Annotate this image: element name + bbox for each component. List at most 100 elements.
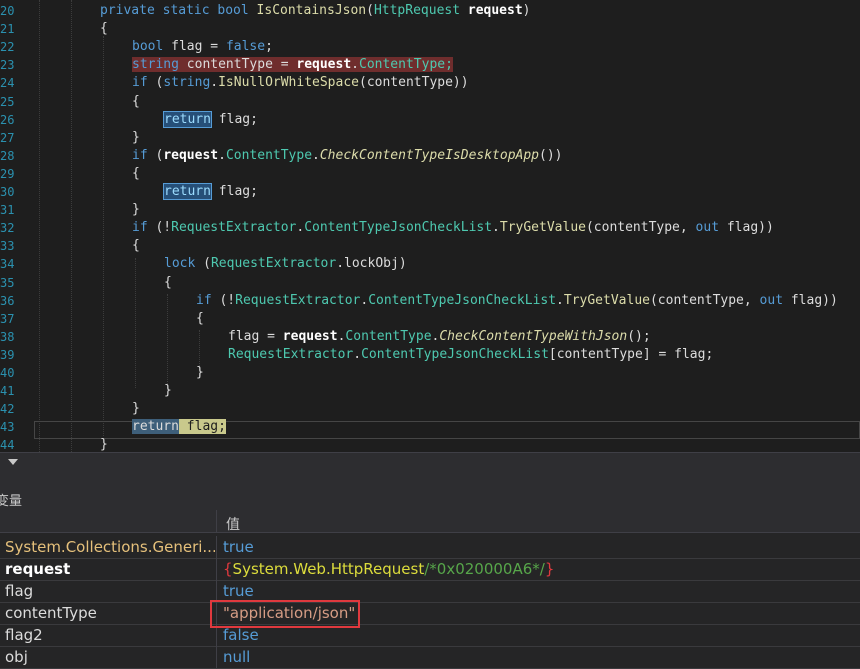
variable-row[interactable]: obj null — [0, 646, 860, 669]
code-line: 33 { — [0, 237, 860, 255]
code-token: ; — [265, 39, 273, 55]
code-line: 43 return flag; — [0, 418, 860, 436]
column-separator — [216, 646, 217, 668]
code-token: HttpRequest — [373, 3, 461, 18]
variable-row[interactable]: request {System.Web.HttpRequest/*0x02000… — [0, 558, 860, 581]
code-token: RequestExtractor — [210, 256, 337, 272]
code-token: { — [100, 21, 108, 37]
code-line: 30 return flag; — [0, 183, 860, 201]
brace-open: { — [223, 560, 233, 578]
code-token: return — [132, 419, 179, 435]
code-text: } — [164, 382, 172, 400]
code-token: if — [132, 75, 156, 91]
line-number: 28 — [0, 148, 15, 163]
code-line: 41} — [0, 382, 860, 400]
code-text: } — [196, 364, 204, 382]
code-token: . — [351, 57, 359, 73]
code-token: lockObj) — [344, 256, 407, 272]
code-line: 27} — [0, 129, 860, 147]
code-token: (! — [219, 292, 236, 308]
code-token: flag = — [228, 328, 283, 344]
line-number: 23 — [0, 58, 15, 73]
code-text: } — [100, 436, 108, 452]
column-separator[interactable] — [216, 510, 217, 532]
line-number: 29 — [0, 166, 15, 181]
variable-name: flag2 — [5, 626, 43, 644]
code-line: 32 if (!RequestExtractor.ContentTypeJsonC… — [0, 219, 860, 237]
code-token: . — [353, 346, 362, 362]
code-token: bool — [217, 3, 257, 18]
code-token: { — [196, 310, 204, 326]
variable-row[interactable]: flag true — [0, 580, 860, 603]
code-token: RequestExtractor — [171, 220, 297, 236]
variable-row[interactable]: contentType "application/json" — [0, 602, 860, 625]
highlight-box — [210, 600, 360, 628]
code-token: (contentType)) — [359, 75, 469, 91]
code-token: return — [163, 110, 212, 128]
code-text: { — [196, 310, 204, 328]
code-token: flag)) — [783, 292, 838, 308]
code-token: { — [132, 165, 140, 181]
code-line: 44} — [0, 436, 860, 452]
code-token: ContentType; — [359, 57, 453, 73]
code-token: CheckContentTypeWithJson — [439, 328, 628, 344]
code-text: if (!RequestExtractor.ContentTypeJsonChe… — [196, 292, 838, 310]
code-line: 31} — [0, 201, 860, 219]
code-token: ) — [522, 3, 531, 18]
code-line: 29 { — [0, 165, 860, 183]
code-text: RequestExtractor.ContentTypeJsonCheckLis… — [228, 346, 713, 364]
brace-close: } — [544, 560, 555, 578]
variable-value: false — [223, 626, 259, 644]
code-editor[interactable]: 20 private static bool IsContainsJson(Htt… — [0, 0, 860, 452]
variable-value: true — [223, 582, 254, 600]
code-text: { — [100, 20, 108, 38]
code-token: . — [218, 147, 226, 163]
panel-title-bar: 变量 — [0, 474, 860, 510]
code-text: private static bool IsContainsJson(HttpR… — [100, 2, 531, 20]
code-token: RequestExtractor — [228, 346, 354, 362]
code-line: 24 if (string.IsNullOrWhiteSpace(contentT… — [0, 74, 860, 92]
code-token: ( — [203, 256, 211, 272]
locals-panel: 变量 值 System.Collections.Generi... true r… — [0, 474, 860, 669]
code-token: . — [492, 220, 500, 236]
variable-row[interactable]: flag2 false — [0, 624, 860, 647]
variable-name: obj — [5, 648, 28, 666]
code-token: contentType = — [186, 57, 297, 73]
line-number: 44 — [0, 438, 15, 452]
code-token: lock — [164, 256, 204, 272]
line-number: 34 — [0, 257, 15, 272]
code-token: . — [312, 147, 320, 163]
code-token: [contentType] = flag; — [548, 346, 714, 362]
line-number: 30 — [0, 185, 15, 199]
code-token: (! — [155, 220, 172, 236]
code-token: . — [336, 256, 345, 272]
code-text: return flag; — [163, 183, 258, 201]
code-token: if — [196, 292, 220, 308]
dropdown-arrow-icon[interactable] — [8, 459, 18, 465]
code-token: TryGetValue — [499, 220, 586, 236]
line-number: 21 — [0, 22, 15, 37]
code-token: (contentType, — [585, 220, 696, 236]
code-line: 21 { — [0, 20, 860, 38]
code-text: { — [164, 274, 172, 292]
code-line: 35 { — [0, 274, 860, 292]
code-token: } — [196, 365, 204, 380]
code-token: . — [210, 75, 219, 91]
line-number: 22 — [0, 40, 15, 55]
code-token: request — [282, 328, 338, 344]
code-token: string — [132, 57, 187, 73]
code-text: string contentType = request.ContentType… — [132, 56, 453, 74]
code-text: if (!RequestExtractor.ContentTypeJsonChe… — [132, 219, 774, 237]
code-text: bool flag = false; — [132, 38, 273, 56]
variable-row[interactable]: System.Collections.Generi... true — [0, 536, 860, 559]
code-token: . — [556, 292, 564, 308]
line-number: 36 — [0, 293, 15, 308]
code-token: out — [759, 292, 784, 308]
code-line: 26 return flag; — [0, 110, 860, 129]
code-text: } — [132, 201, 140, 219]
code-line: 37 { — [0, 310, 860, 328]
editor-bottom-bar — [0, 452, 860, 475]
code-text: if (request.ContentType.CheckContentType… — [132, 147, 563, 165]
line-number: 26 — [0, 112, 15, 127]
